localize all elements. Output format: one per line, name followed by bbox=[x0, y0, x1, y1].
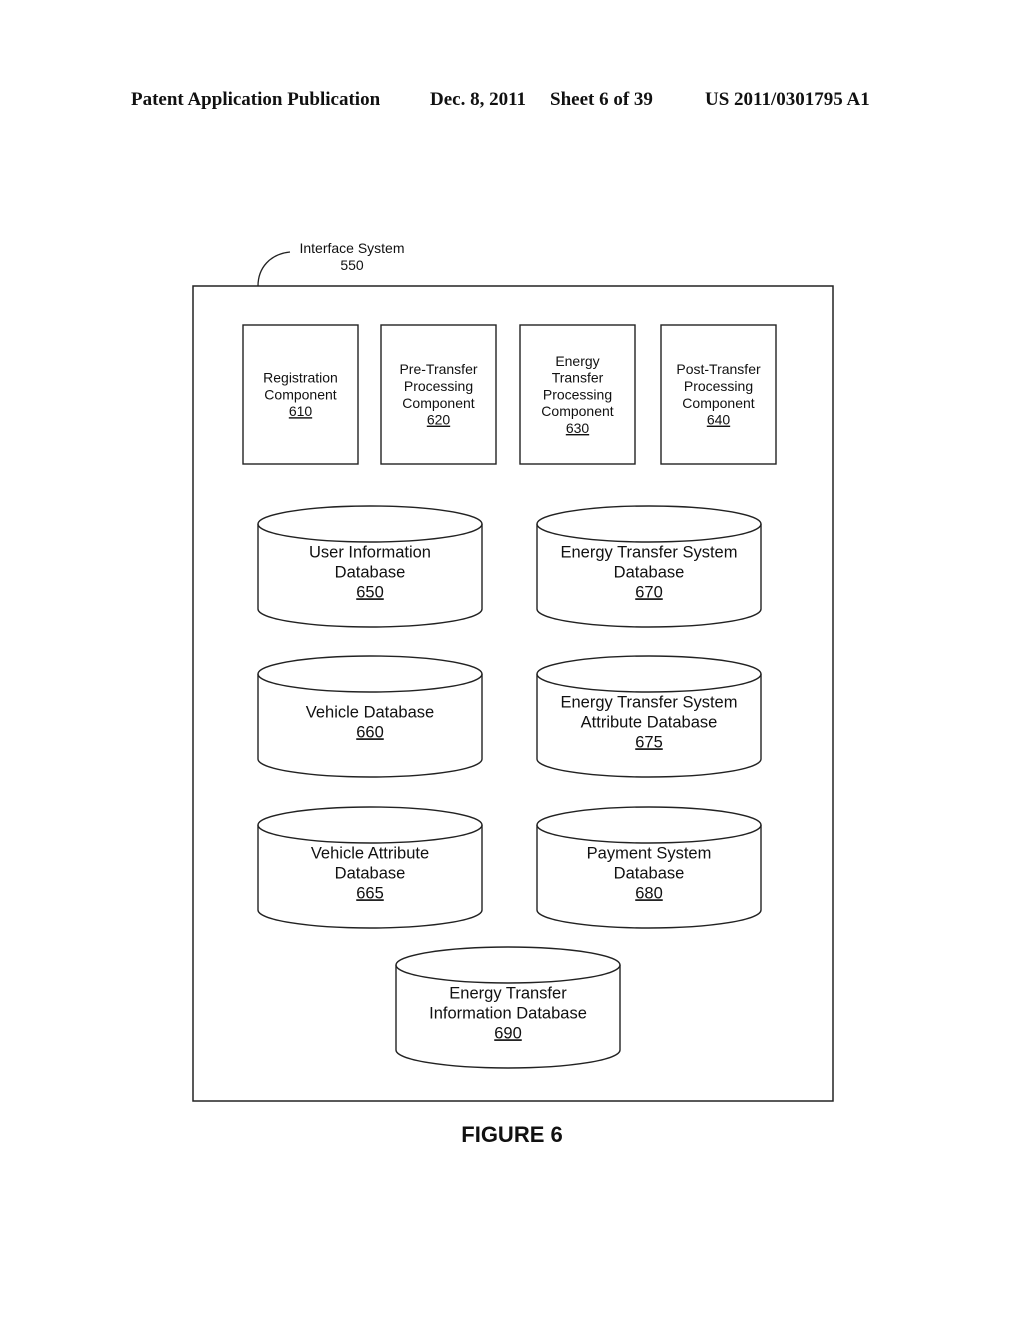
system-leader-line bbox=[257, 251, 291, 287]
component-610-label-line: Component bbox=[264, 386, 336, 402]
database-670: Energy Transfer System Database 670 bbox=[536, 505, 762, 628]
component-640-ref: 640 bbox=[707, 412, 731, 428]
component-640-label-line: Processing bbox=[684, 378, 753, 394]
component-640-label-line: Post-Transfer bbox=[676, 361, 761, 377]
database-650: User Information Database 650 bbox=[257, 505, 483, 628]
database-675: Energy Transfer System Attribute Database… bbox=[536, 655, 762, 778]
component-640: Post-TransferProcessingComponent640 bbox=[660, 324, 777, 465]
database-660-label-line: Vehicle Database bbox=[306, 703, 434, 721]
database-690-ref: 690 bbox=[494, 1024, 522, 1042]
component-610: RegistrationComponent610 bbox=[242, 324, 359, 465]
component-620-ref: 620 bbox=[427, 412, 451, 428]
databases-group: User Information Database 650 Energy Transf… bbox=[257, 505, 762, 1069]
database-680-cylinder-top bbox=[536, 806, 762, 844]
database-690-label-line: Information Database bbox=[429, 1004, 587, 1022]
component-630: EnergyTransferProcessingComponent630 bbox=[519, 324, 636, 465]
database-650-cylinder-top bbox=[257, 505, 483, 543]
components-group: RegistrationComponent610Pre-TransferProc… bbox=[242, 324, 777, 465]
database-680: Payment System Database 680 bbox=[536, 806, 762, 929]
database-675-label-line: Attribute Database bbox=[581, 713, 718, 731]
database-690: Energy Transfer Information Database 690 bbox=[395, 946, 621, 1069]
database-660-cylinder-top bbox=[257, 655, 483, 693]
component-610-label-line: Registration bbox=[263, 370, 338, 386]
component-630-label-line: Processing bbox=[543, 386, 612, 402]
component-630-ref: 630 bbox=[566, 420, 590, 436]
component-610-ref: 610 bbox=[289, 403, 313, 419]
component-620: Pre-TransferProcessingComponent620 bbox=[380, 324, 497, 465]
database-650-ref: 650 bbox=[356, 583, 384, 601]
database-670-label-line: Database bbox=[614, 563, 685, 581]
database-665-cylinder-top bbox=[257, 806, 483, 844]
database-650-label-line: Database bbox=[335, 563, 406, 581]
database-675-cylinder-top bbox=[536, 655, 762, 693]
database-690-cylinder-top bbox=[395, 946, 621, 984]
database-660: Vehicle Database 660 bbox=[257, 655, 483, 778]
system-ref: 550 bbox=[340, 257, 364, 273]
system-name: Interface System bbox=[299, 240, 404, 256]
database-665-ref: 665 bbox=[356, 884, 384, 902]
database-680-ref: 680 bbox=[635, 884, 663, 902]
database-690-label-line: Energy Transfer bbox=[449, 984, 567, 1002]
database-680-label-line: Database bbox=[614, 864, 685, 882]
database-665-label-line: Database bbox=[335, 864, 406, 882]
component-620-label-line: Processing bbox=[404, 378, 473, 394]
component-630-label-line: Energy bbox=[555, 353, 599, 369]
database-660-ref: 660 bbox=[356, 723, 384, 741]
database-680-label-line: Payment System bbox=[587, 844, 712, 862]
database-675-label-line: Energy Transfer System bbox=[561, 693, 738, 711]
component-620-label-line: Pre-Transfer bbox=[399, 361, 477, 377]
database-665-label-line: Vehicle Attribute bbox=[311, 844, 429, 862]
database-670-label-line: Energy Transfer System bbox=[561, 543, 738, 561]
component-630-label-line: Component bbox=[541, 403, 613, 419]
database-675-ref: 675 bbox=[635, 733, 663, 751]
database-670-cylinder-top bbox=[536, 505, 762, 543]
component-620-label-line: Component bbox=[402, 395, 474, 411]
database-670-ref: 670 bbox=[635, 583, 663, 601]
figure-label: FIGURE 6 bbox=[461, 1122, 563, 1147]
database-650-label-line: User Information bbox=[309, 543, 431, 561]
component-640-label-line: Component bbox=[682, 395, 754, 411]
database-665: Vehicle Attribute Database 665 bbox=[257, 806, 483, 929]
component-630-label-line: Transfer bbox=[552, 370, 604, 386]
